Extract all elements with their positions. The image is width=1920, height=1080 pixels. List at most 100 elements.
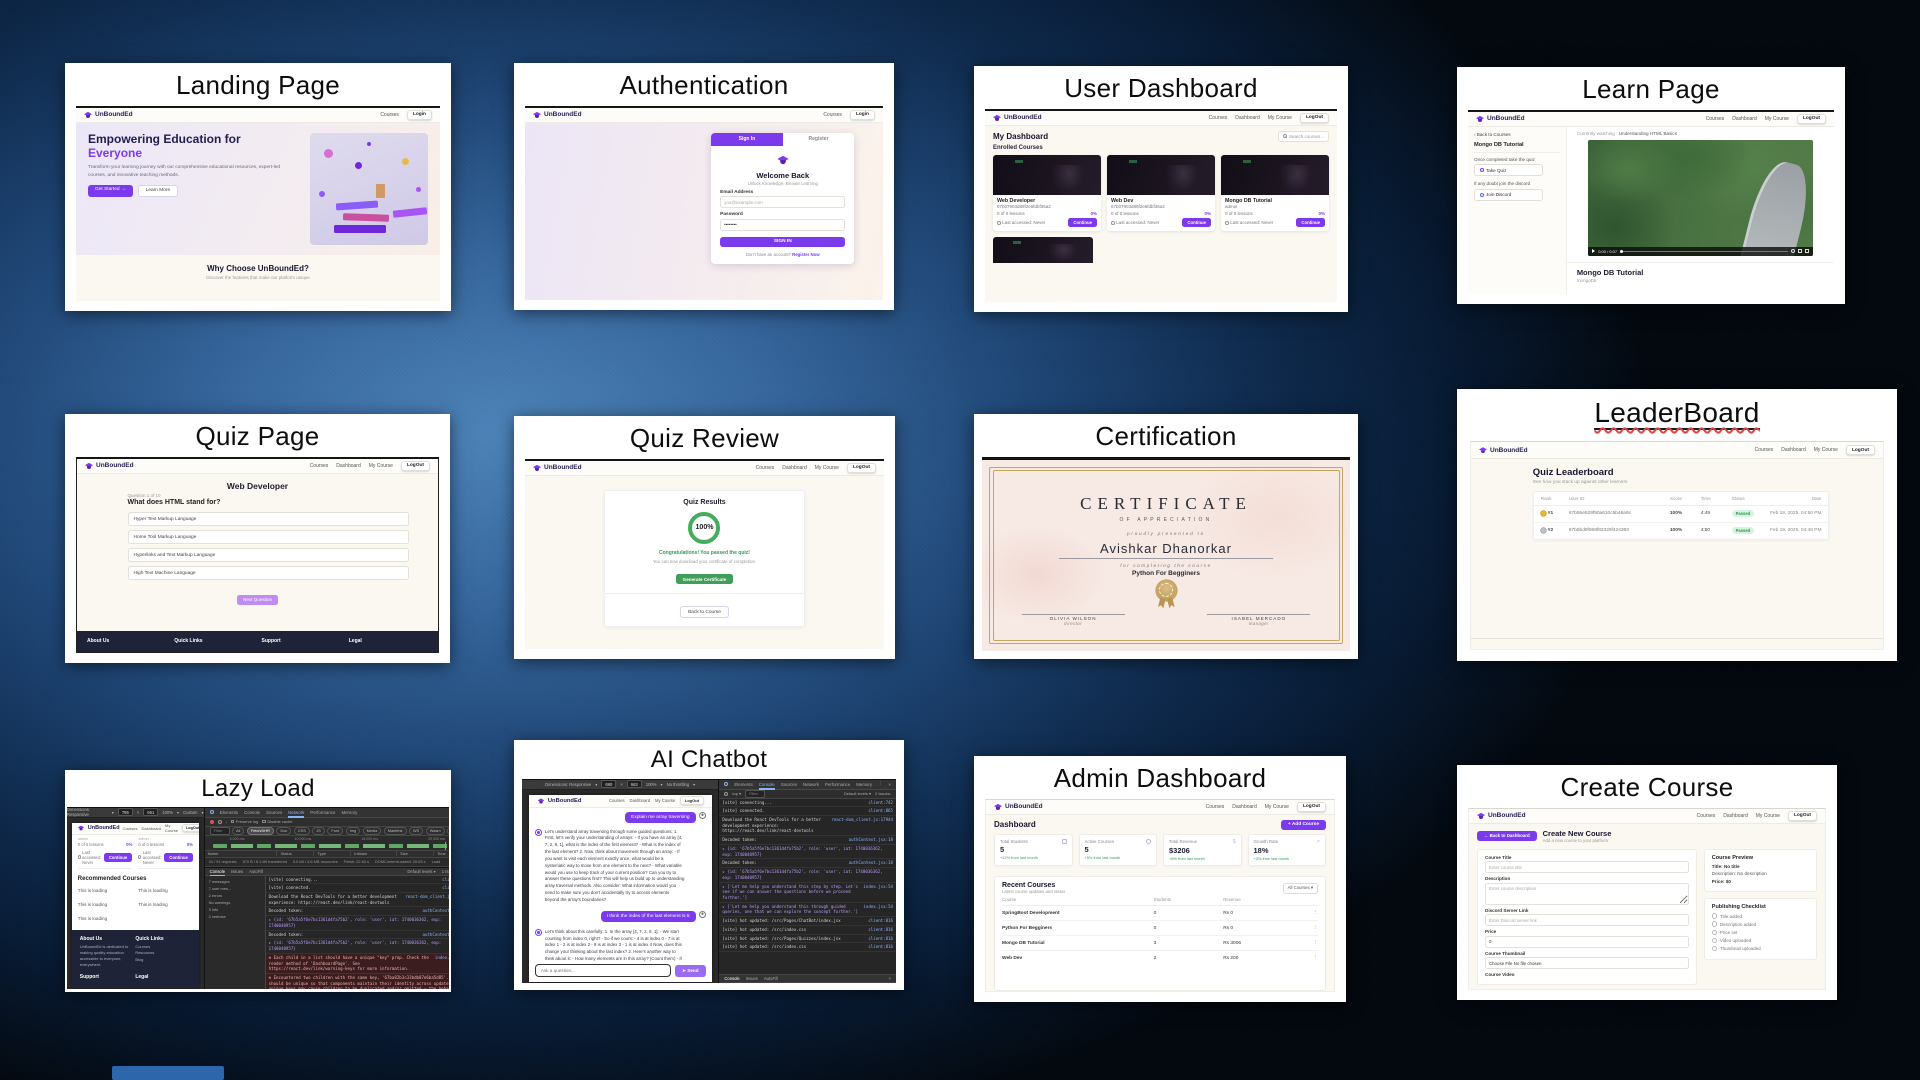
logout-button[interactable]: LogOut <box>1300 113 1329 123</box>
network-filter[interactable]: Other <box>447 827 449 835</box>
search-input[interactable]: Search courses... <box>1278 131 1329 142</box>
network-filter[interactable]: Wasm <box>426 827 445 835</box>
devtools-tab[interactable]: Sources <box>266 809 282 816</box>
row-menu-icon[interactable]: ⋮ <box>1313 955 1319 961</box>
logout-button[interactable]: LogOut <box>847 463 876 473</box>
back-to-dashboard-button[interactable]: ← Back to Dashboard <box>1477 831 1537 841</box>
nav-dashboard[interactable]: Dashboard <box>1732 116 1756 122</box>
console-source-link[interactable]: authContext.jsx:18 <box>423 932 449 938</box>
row-menu-icon[interactable]: ⋮ <box>1313 925 1319 931</box>
nav-my-course[interactable]: My Course <box>1756 813 1780 819</box>
clear-icon[interactable] <box>218 820 222 824</box>
viewport-height[interactable]: 663 <box>627 780 642 788</box>
drawer-close-icon[interactable]: × <box>889 976 891 981</box>
devtools-tab[interactable]: Performance <box>825 781 850 788</box>
footer-column-title[interactable]: About Us <box>87 638 166 644</box>
network-filter[interactable]: CSS <box>294 827 310 835</box>
console-source-link[interactable]: index.jsx:54 <box>863 904 893 915</box>
leaderboard-row[interactable]: #1 67b5be529f90a610c5b46a9c 100% 4:49 Pa… <box>1534 506 1829 523</box>
network-filter[interactable]: Font <box>327 827 343 835</box>
nav-courses[interactable]: Courses <box>1206 804 1225 810</box>
viewport-width[interactable]: 795 <box>118 808 133 816</box>
drawer-tab-autofill[interactable]: AutoFill <box>764 976 778 981</box>
continue-button[interactable]: Continue <box>104 853 133 862</box>
network-filter-all[interactable]: All <box>232 827 244 835</box>
nav-dashboard[interactable]: Dashboard <box>336 463 360 469</box>
console-levels-dropdown[interactable]: Default levels ▾ <box>844 791 871 796</box>
console-source-link[interactable]: client:816 <box>868 936 893 942</box>
logout-button[interactable]: LogOut <box>1846 445 1875 455</box>
row-menu-icon[interactable]: ⋮ <box>1313 910 1319 916</box>
tab-sign-in[interactable]: Sign In <box>711 133 783 146</box>
devtools-tab[interactable]: Elements <box>734 781 752 788</box>
nav-my-course[interactable]: My Course <box>1268 115 1292 121</box>
nav-courses[interactable]: Courses <box>310 463 329 469</box>
inspect-icon[interactable] <box>724 782 728 786</box>
course-row[interactable]: Mongo DB Tutorial 3 Rs 3006 ⋮ <box>1002 936 1318 951</box>
devtools-tab[interactable]: Sources <box>781 781 797 788</box>
nav-dashboard[interactable]: Dashboard <box>141 826 161 831</box>
network-filter[interactable]: Img <box>346 827 361 835</box>
add-course-button[interactable]: + Add Course <box>1281 820 1326 830</box>
devtools-tab-console-active[interactable]: Console <box>759 781 775 788</box>
course-row[interactable]: Python For Begginers 0 Rs 0 ⋮ <box>1002 921 1318 936</box>
inspect-icon[interactable] <box>210 810 214 814</box>
quiz-option[interactable]: Home Tool Markup Language <box>128 530 410 544</box>
course-filter-select[interactable]: All Courses ▾ <box>1283 883 1318 894</box>
console-source-link[interactable]: client:865 <box>442 885 449 891</box>
video-progress-bar[interactable] <box>1620 251 1788 252</box>
devtools-tab-network-active[interactable]: Network <box>288 809 304 816</box>
console-source-link[interactable]: client:742 <box>868 800 893 806</box>
console-source-link[interactable]: authContext.jsx:18 <box>849 837 893 843</box>
course-card[interactable]: Mongo DB Tutorial admin 0 of 0 lessons0%… <box>1221 155 1329 232</box>
console-source-link[interactable]: client:816 <box>868 927 893 933</box>
back-to-courses-link[interactable]: ‹ Back to Courses <box>1474 132 1560 137</box>
drawer-tab-autofill[interactable]: AutoFill <box>249 869 263 874</box>
devtools-tab[interactable]: Memory <box>341 809 357 816</box>
console-source-link[interactable]: client:865 <box>868 808 893 814</box>
nav-dashboard[interactable]: Dashboard <box>1235 115 1259 121</box>
network-filter[interactable]: JS <box>312 827 325 835</box>
price-input[interactable] <box>1485 936 1689 948</box>
footer-link[interactable]: Blog <box>135 957 191 962</box>
course-card[interactable]: Web Developer 67b07903d89f2e6fdbf36a2 0 … <box>993 155 1101 232</box>
continue-button[interactable]: Continue <box>164 853 193 862</box>
nav-dashboard[interactable]: Dashboard <box>782 465 806 471</box>
join-discord-button[interactable]: Join Discord <box>1474 189 1543 201</box>
course-row[interactable]: SpringBoot Development 0 Rs 0 ⋮ <box>1002 906 1318 921</box>
quiz-option[interactable]: Hyper Text Markup Language <box>128 512 410 526</box>
nav-dashboard[interactable]: Dashboard <box>630 798 651 803</box>
nav-my-course[interactable]: My Course <box>369 463 393 469</box>
email-field[interactable] <box>720 196 845 208</box>
send-button[interactable]: ➤ Send <box>675 965 705 977</box>
console-sidebar-item[interactable]: 3 info <box>205 906 265 913</box>
drawer-tab-console[interactable]: Console <box>210 868 225 875</box>
get-started-button[interactable]: Get Started → <box>88 185 133 197</box>
console-source-link[interactable]: client:742 <box>442 877 449 883</box>
take-quiz-button[interactable]: Take Quiz <box>1474 164 1543 176</box>
course-card[interactable]: Web Dev 67b07903d89f2e6fdbf36a2 0 of 0 l… <box>1107 155 1215 232</box>
discord-input[interactable] <box>1485 914 1689 926</box>
network-filter[interactable]: WS <box>409 827 423 835</box>
thumbnail-file-input[interactable]: Choose File No file chosen <box>1485 957 1689 969</box>
logout-button[interactable]: LogOut <box>401 461 430 471</box>
console-source-link[interactable]: index.jsx:215 <box>435 955 449 972</box>
volume-icon[interactable] <box>1791 249 1795 253</box>
viewport-width[interactable]: 690 <box>601 780 616 788</box>
sign-in-button[interactable]: SIGN IN <box>720 237 845 247</box>
column-time[interactable]: Time <box>434 851 449 856</box>
context-dropdown[interactable]: top ▾ <box>732 791 741 796</box>
filter-input[interactable]: Filter <box>210 827 230 835</box>
console-sidebar-item[interactable]: 7 user mes... <box>205 885 265 892</box>
footer-about-title[interactable]: About Us <box>80 936 136 942</box>
footer-column-title[interactable]: Legal <box>349 638 428 644</box>
devtools-tab[interactable]: Elements <box>220 809 238 816</box>
console-source-link[interactable]: index.jsx:54 <box>863 884 893 901</box>
learn-more-button[interactable]: Learn More <box>138 185 179 197</box>
network-filter[interactable]: Media <box>363 827 382 835</box>
drawer-tab-issues[interactable]: Issues <box>746 976 758 981</box>
console-source-link[interactable]: client:816 <box>868 918 893 924</box>
devtools-tab[interactable]: Console <box>244 809 260 816</box>
logout-button[interactable]: LogOut <box>1788 811 1817 821</box>
description-textarea[interactable] <box>1485 883 1689 905</box>
